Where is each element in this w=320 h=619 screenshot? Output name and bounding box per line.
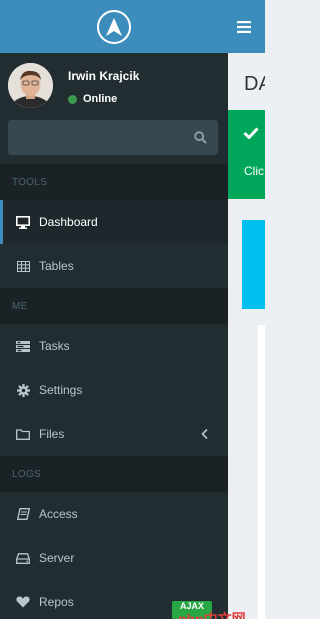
tasks-icon bbox=[16, 339, 30, 353]
chevron-left-icon bbox=[201, 428, 208, 440]
navigation-arrow-icon bbox=[106, 17, 122, 36]
desktop-icon bbox=[16, 215, 30, 229]
search-box bbox=[8, 120, 218, 155]
menu-item-repos-label: Repos bbox=[39, 595, 74, 609]
menu-item-settings[interactable]: Settings bbox=[0, 368, 228, 412]
menu-item-files[interactable]: Files bbox=[0, 412, 228, 456]
logo[interactable] bbox=[97, 9, 131, 44]
content-panel bbox=[258, 325, 265, 619]
logo-bar bbox=[0, 0, 228, 53]
main-content: DA Clic bbox=[228, 53, 265, 619]
section-header-tools: TOOLS bbox=[0, 164, 228, 200]
avatar-image bbox=[8, 63, 53, 108]
status-online-dot bbox=[68, 94, 77, 104]
menu-item-tables-label: Tables bbox=[39, 259, 74, 273]
menu-item-tasks[interactable]: Tasks bbox=[0, 324, 228, 368]
user-status: Online bbox=[68, 93, 117, 105]
menu-item-settings-label: Settings bbox=[39, 383, 83, 397]
user-name: Irwin Krajcik bbox=[68, 69, 140, 83]
folder-icon bbox=[16, 427, 30, 441]
section-header-me: ME bbox=[0, 288, 228, 324]
check-icon bbox=[243, 127, 259, 139]
info-box bbox=[242, 220, 265, 309]
user-panel: Irwin Krajcik Online bbox=[0, 53, 228, 115]
menu-item-access-label: Access bbox=[39, 507, 78, 521]
heart-icon bbox=[16, 595, 30, 609]
sidebar: Irwin Krajcik Online TOOLS Dashboard Tab bbox=[0, 0, 228, 619]
watermark-text: php中文网 bbox=[178, 611, 246, 619]
sidebar-search bbox=[0, 115, 228, 164]
search-icon bbox=[193, 130, 207, 144]
table-icon bbox=[16, 259, 30, 273]
search-button[interactable] bbox=[192, 129, 208, 145]
avatar[interactable] bbox=[8, 63, 53, 108]
page-title: DA bbox=[244, 73, 265, 95]
menu-item-dashboard-label: Dashboard bbox=[39, 215, 98, 229]
search-input[interactable] bbox=[8, 120, 218, 155]
sidebar-toggle-button[interactable] bbox=[234, 17, 254, 37]
book-icon bbox=[16, 507, 30, 521]
menu-item-access[interactable]: Access bbox=[0, 492, 228, 536]
menu-item-tables[interactable]: Tables bbox=[0, 244, 228, 288]
menu-item-server[interactable]: Server bbox=[0, 536, 228, 580]
gear-icon bbox=[16, 383, 30, 397]
menu-item-tasks-label: Tasks bbox=[39, 339, 70, 353]
hamburger-icon bbox=[237, 21, 251, 33]
menu-item-dashboard[interactable]: Dashboard bbox=[0, 200, 228, 244]
callout-text: Clic bbox=[244, 164, 264, 178]
section-header-logs: LOGS bbox=[0, 456, 228, 492]
user-status-text: Online bbox=[83, 93, 118, 105]
hdd-icon bbox=[16, 551, 30, 565]
menu-item-server-label: Server bbox=[39, 551, 75, 565]
success-callout: Clic bbox=[228, 110, 265, 199]
menu-item-files-label: Files bbox=[39, 427, 65, 441]
